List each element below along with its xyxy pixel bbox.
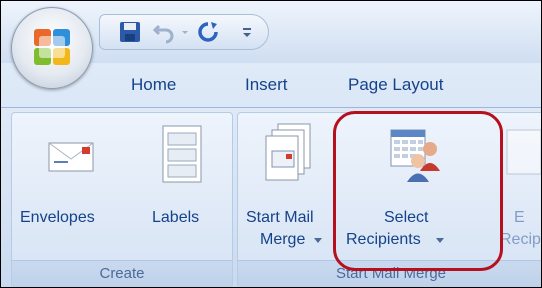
start-mail-merge-icon — [265, 123, 311, 181]
save-icon[interactable] — [118, 20, 142, 44]
word-ribbon-window: Home Insert Page Layout Envelopes Labels… — [0, 0, 542, 288]
edit-recipients-button[interactable]: E Recip — [500, 113, 541, 259]
chevron-down-icon — [314, 238, 322, 243]
tab-insert[interactable]: Insert — [245, 75, 288, 95]
ribbon-tabs: Home Insert Page Layout — [1, 63, 541, 107]
undo-icon[interactable] — [152, 20, 176, 44]
edit-recipients-label-line1: E — [514, 209, 525, 226]
start-mail-merge-label-line2: Merge — [260, 231, 306, 248]
start-mail-merge-label-line1: Start Mail — [246, 209, 314, 226]
group-create-label: Create — [12, 260, 232, 287]
labels-label: Labels — [152, 209, 200, 226]
highlight-annotation — [333, 111, 503, 271]
envelopes-button[interactable]: Envelopes — [12, 113, 122, 259]
title-bar — [1, 1, 541, 89]
tab-home[interactable]: Home — [131, 75, 176, 95]
redo-icon[interactable] — [196, 20, 220, 44]
labels-icon — [162, 125, 202, 183]
envelope-icon — [48, 142, 94, 172]
start-mail-merge-button[interactable]: Start Mail Merge — [238, 113, 338, 259]
envelopes-label: Envelopes — [20, 209, 95, 226]
undo-dropdown-icon[interactable] — [180, 20, 190, 44]
quick-access-toolbar — [99, 14, 269, 50]
labels-button[interactable]: Labels — [136, 113, 216, 259]
group-create: Envelopes Labels Create — [11, 112, 233, 287]
customize-icon[interactable] — [240, 20, 254, 44]
edit-recipients-icon — [506, 129, 541, 175]
tab-page-layout[interactable]: Page Layout — [348, 75, 443, 95]
edit-recipients-label-line2: Recip — [500, 231, 541, 248]
